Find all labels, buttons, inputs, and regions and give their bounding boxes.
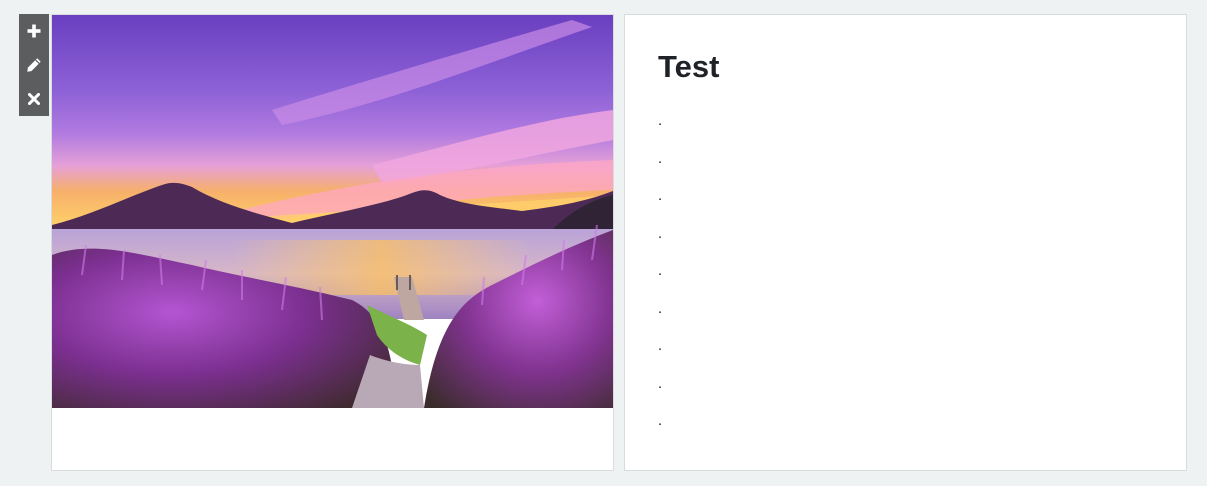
edit-button[interactable] <box>19 48 49 82</box>
list-item: . <box>658 187 663 204</box>
list-item: . <box>658 412 663 429</box>
list-item: . <box>658 374 663 392</box>
image-card[interactable] <box>51 14 614 471</box>
list-item: . <box>658 224 663 242</box>
close-icon <box>28 93 40 105</box>
list-item: . <box>658 149 663 167</box>
plus-icon <box>27 24 41 38</box>
delete-button[interactable] <box>19 82 49 116</box>
list-item: . <box>658 337 663 354</box>
dot-list: . . . . . . . . . <box>658 113 662 451</box>
list-item: . <box>658 112 663 129</box>
edit-toolbar <box>19 14 49 116</box>
text-card[interactable]: Test . . . . . . . . . <box>624 14 1187 471</box>
landscape-image <box>52 15 613 408</box>
add-button[interactable] <box>19 14 49 48</box>
card-title: Test <box>658 49 720 84</box>
list-item: . <box>658 262 663 279</box>
list-item: . <box>658 299 663 317</box>
pencil-icon <box>27 58 41 72</box>
